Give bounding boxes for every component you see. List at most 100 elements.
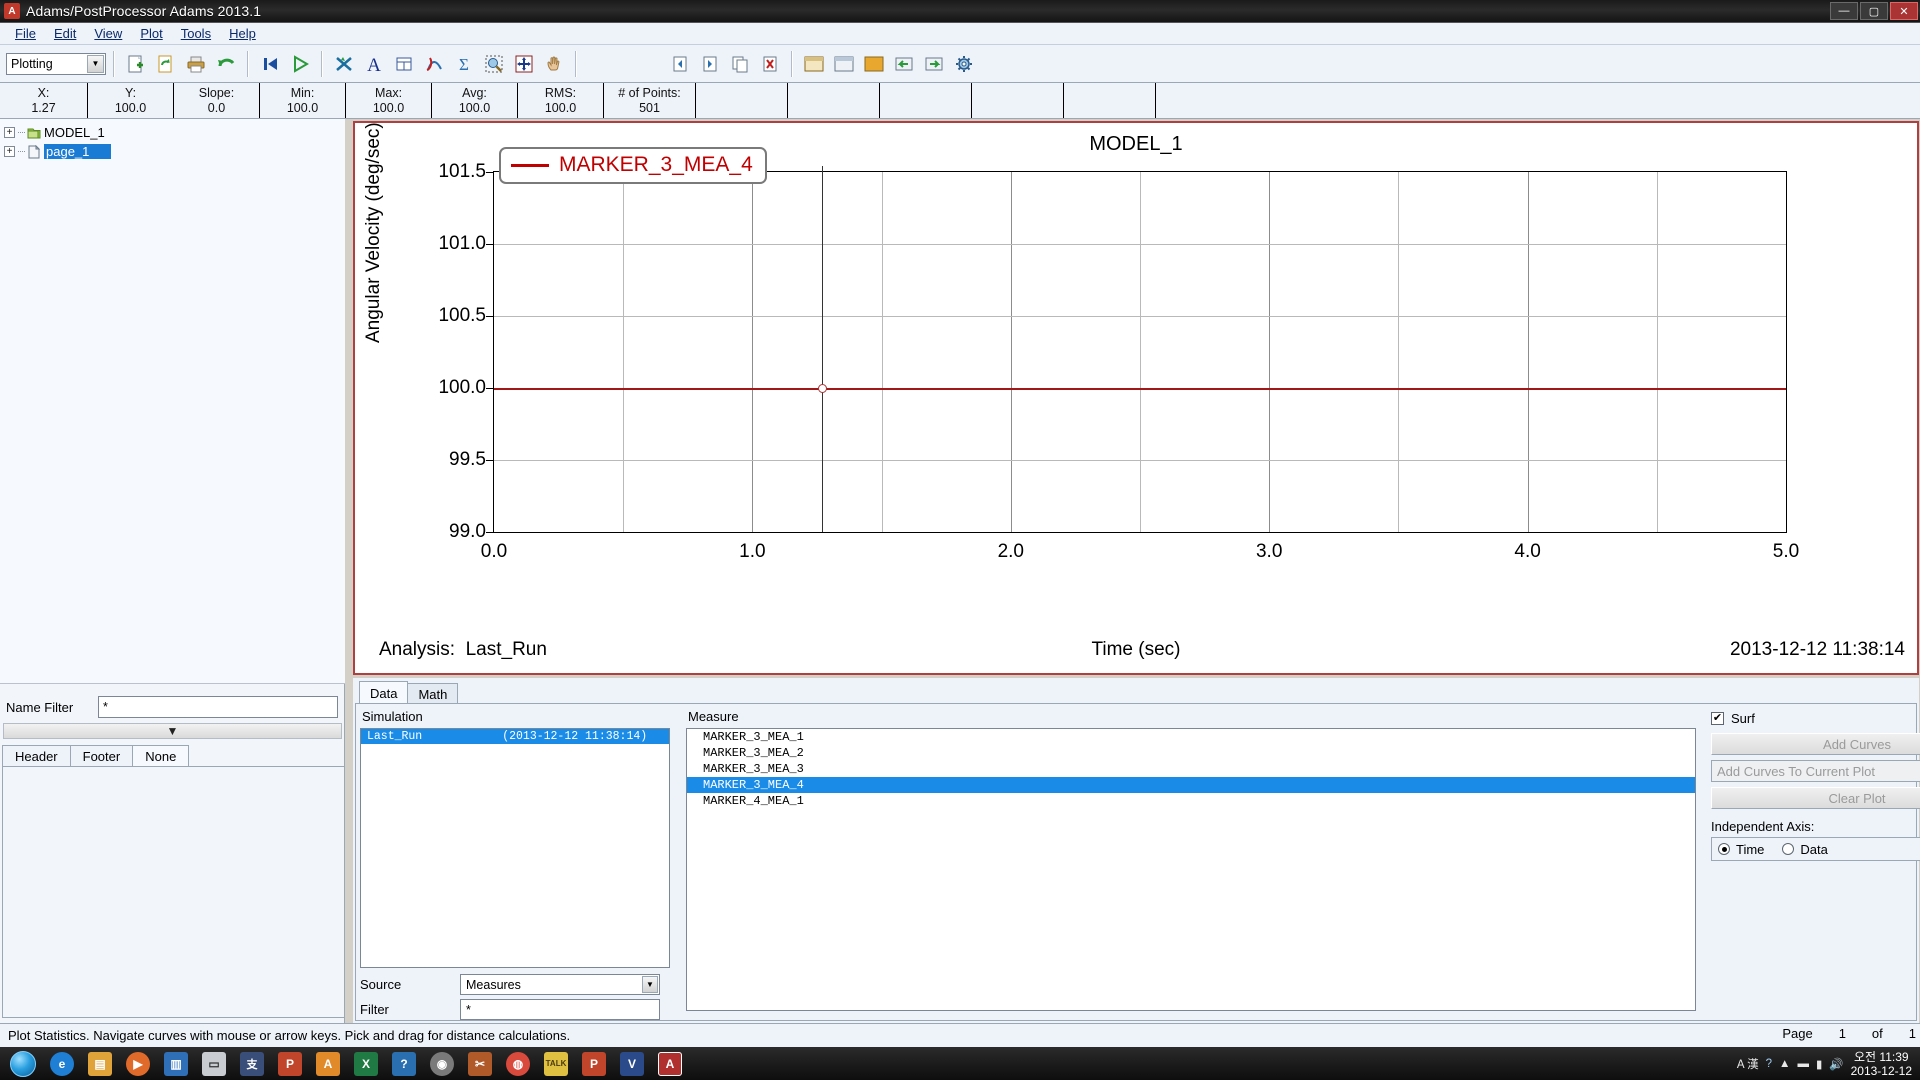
kakaotalk-icon[interactable]: TALK [538, 1049, 574, 1079]
expand-icon[interactable]: + [4, 146, 15, 157]
minimize-button[interactable]: — [1830, 2, 1858, 20]
menu-item-plot[interactable]: Plot [131, 24, 171, 43]
simulation-list[interactable]: Last_Run (2013-12-12 11:38:14) [360, 728, 670, 968]
battery-icon[interactable]: ▬ [1797, 1058, 1809, 1070]
start-button[interactable] [3, 1049, 43, 1079]
cursor-line[interactable] [822, 166, 824, 532]
autodesk-icon[interactable]: A [310, 1049, 346, 1079]
menu-item-help[interactable]: Help [220, 24, 265, 43]
name-filter-label: Name Filter [6, 699, 74, 715]
settings-gear-icon[interactable] [950, 50, 978, 78]
tab-header[interactable]: Header [2, 745, 71, 767]
tree-node-model[interactable]: + MODEL_1 [4, 123, 345, 142]
powerpoint2-icon[interactable]: P [576, 1049, 612, 1079]
notepad-icon[interactable]: ▭ [196, 1049, 232, 1079]
help-tray-icon[interactable]: ? [1766, 1058, 1772, 1070]
chinese-app-icon[interactable]: 支 [234, 1049, 270, 1079]
visio-icon[interactable]: V [614, 1049, 650, 1079]
excel-icon[interactable]: X [348, 1049, 384, 1079]
menu-item-file[interactable]: File [6, 24, 45, 43]
next-page-icon[interactable] [696, 50, 724, 78]
chevron-down-icon[interactable]: ▼ [87, 54, 104, 73]
sigma-icon[interactable]: Σ [450, 50, 478, 78]
add-curves-to-current-plot-select[interactable]: Add Curves To Current Plot ▼ [1711, 760, 1920, 782]
plot-viewport[interactable]: MODEL_1 Angular Velocity (deg/sec) 101.5… [353, 121, 1919, 675]
list-item[interactable]: Last_Run (2013-12-12 11:38:14) [361, 729, 669, 744]
new-page-icon[interactable] [122, 50, 150, 78]
curve-marker-3-mea-4[interactable] [494, 388, 1786, 390]
clear-plot-button[interactable]: Clear Plot [1711, 787, 1920, 809]
radio-time[interactable] [1718, 843, 1730, 855]
clear-plot-icon[interactable] [330, 50, 358, 78]
maximize-button[interactable]: ▢ [1860, 2, 1888, 20]
ime-indicator[interactable]: A 漢 [1737, 1056, 1759, 1072]
source-select[interactable]: Measures ▼ [460, 974, 660, 995]
adams-icon[interactable]: A [652, 1049, 688, 1079]
name-filter-input[interactable] [98, 696, 338, 718]
delete-page-icon[interactable] [756, 50, 784, 78]
undo-icon[interactable] [212, 50, 240, 78]
chevron-up-icon[interactable]: ▲ [1779, 1058, 1790, 1070]
arrange-right-icon[interactable] [920, 50, 948, 78]
list-item[interactable]: MARKER_3_MEA_2 [687, 745, 1695, 761]
tab-data[interactable]: Data [359, 681, 409, 704]
scissors-icon[interactable]: ✂ [462, 1049, 498, 1079]
surf-checkbox[interactable]: ✔ [1711, 711, 1724, 725]
filter-input[interactable] [460, 999, 660, 1020]
tree-node-page[interactable]: + page_1 [4, 142, 345, 161]
list-item[interactable]: MARKER_3_MEA_1 [687, 729, 1695, 745]
help-app-icon[interactable]: ? [386, 1049, 422, 1079]
tab-math[interactable]: Math [407, 683, 459, 704]
menu-item-view[interactable]: View [85, 24, 131, 43]
panel-splitter[interactable]: ▼ [3, 723, 342, 739]
prev-page-icon[interactable] [666, 50, 694, 78]
gridline-v [881, 172, 883, 532]
text-tool-icon[interactable]: A [360, 50, 388, 78]
pan-hand-icon[interactable] [540, 50, 568, 78]
zoom-select-icon[interactable] [480, 50, 508, 78]
list-item[interactable]: MARKER_3_MEA_4 [687, 777, 1695, 793]
measure-list[interactable]: MARKER_3_MEA_1 MARKER_3_MEA_2 MARKER_3_M… [686, 728, 1696, 1011]
media-player-icon[interactable]: ▶ [120, 1049, 156, 1079]
play-icon[interactable] [286, 50, 314, 78]
arrange-left-icon[interactable] [890, 50, 918, 78]
curve-stats-icon[interactable] [420, 50, 448, 78]
layout-3-icon[interactable] [860, 50, 888, 78]
internet-explorer-icon[interactable]: e [44, 1049, 80, 1079]
reload-icon[interactable] [152, 50, 180, 78]
collapse-triangle-icon[interactable]: ▼ [167, 724, 179, 738]
cursor-point-marker[interactable] [818, 384, 828, 393]
disc-app-icon[interactable]: ◉ [424, 1049, 460, 1079]
start-orb-icon[interactable] [10, 1050, 36, 1077]
layout-2-icon[interactable] [830, 50, 858, 78]
plot-legend[interactable]: MARKER_3_MEA_4 [499, 147, 767, 184]
taskbar-clock[interactable]: 오전 11:39 2013-12-12 [1851, 1050, 1912, 1078]
status-message: Plot Statistics. Navigate curves with mo… [8, 1028, 571, 1043]
list-item[interactable]: MARKER_4_MEA_1 [687, 793, 1695, 809]
tab-footer[interactable]: Footer [69, 745, 134, 767]
print-icon[interactable] [182, 50, 210, 78]
fit-icon[interactable] [510, 50, 538, 78]
network-icon[interactable]: ▮ [1816, 1057, 1822, 1071]
close-button[interactable]: ✕ [1890, 2, 1918, 20]
folder-explorer-icon[interactable]: ▤ [82, 1049, 118, 1079]
tab-none[interactable]: None [132, 745, 190, 767]
add-curves-button[interactable]: Add Curves [1711, 733, 1920, 755]
first-frame-icon[interactable] [256, 50, 284, 78]
window-app-icon[interactable]: ▥ [158, 1049, 194, 1079]
volume-icon[interactable]: 🔊 [1829, 1057, 1843, 1071]
chrome-icon[interactable]: ◍ [500, 1049, 536, 1079]
surf-checkbox-row[interactable]: ✔ Surf [1711, 708, 1920, 728]
layout-1-icon[interactable] [800, 50, 828, 78]
mode-select[interactable]: Plotting ▼ [6, 52, 106, 75]
menu-item-tools[interactable]: Tools [172, 24, 220, 43]
powerpoint-icon[interactable]: P [272, 1049, 308, 1079]
radio-data[interactable] [1782, 843, 1795, 855]
expand-icon[interactable]: + [4, 127, 15, 138]
model-tree[interactable]: + MODEL_1 + page_1 [0, 119, 345, 684]
chevron-down-icon[interactable]: ▼ [642, 976, 658, 993]
menu-item-edit[interactable]: Edit [45, 24, 85, 43]
table-icon[interactable] [390, 50, 418, 78]
copy-page-icon[interactable] [726, 50, 754, 78]
list-item[interactable]: MARKER_3_MEA_3 [687, 761, 1695, 777]
